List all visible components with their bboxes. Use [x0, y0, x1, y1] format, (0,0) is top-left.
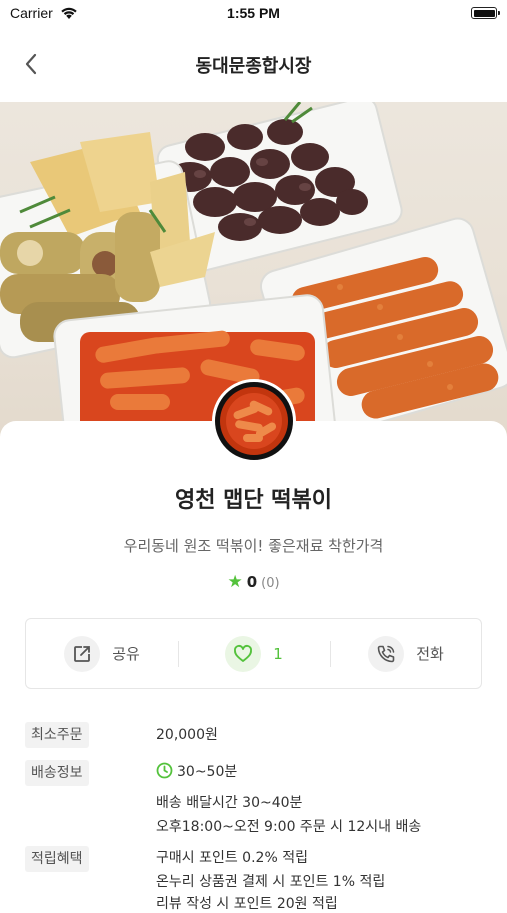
benefit-detail-2: 온누리 상품권 결제 시 포인트 1% 적립	[156, 874, 386, 890]
status-time: 1:55 PM	[227, 5, 280, 21]
clock-icon	[156, 762, 173, 779]
min-order-label: 최소주문	[25, 722, 89, 748]
delivery-detail-2: 오후18:00~오전 9:00 주문 시 12시내 배송	[156, 819, 422, 835]
star-icon: ★	[227, 572, 243, 592]
share-button[interactable]: 공유	[26, 619, 178, 688]
share-label: 공유	[112, 645, 140, 663]
like-count: 1	[273, 644, 283, 663]
page-title: 동대문종합시장	[195, 56, 312, 77]
call-button[interactable]: 전화	[330, 619, 482, 688]
rating-score: 0	[246, 573, 258, 591]
benefit-detail-3: 리뷰 작성 시 포인트 20원 적립	[156, 896, 338, 912]
store-rating: ★ 0 (0)	[0, 572, 507, 592]
navigation-bar: 동대문종합시장	[0, 28, 507, 102]
action-bar: 공유 1 전화	[25, 618, 482, 689]
delivery-info-label: 배송정보	[25, 760, 89, 786]
status-bar: Carrier 1:55 PM	[0, 0, 507, 28]
benefit-label: 적립혜택	[25, 846, 89, 872]
review-count: (0)	[261, 576, 280, 591]
call-label: 전화	[416, 645, 444, 663]
benefit-detail-1: 구매시 포인트 0.2% 적립	[156, 850, 308, 866]
min-order-value: 20,000원	[156, 727, 218, 743]
store-logo	[212, 379, 296, 463]
share-icon	[64, 635, 101, 672]
like-button[interactable]: 1	[178, 619, 330, 688]
store-tagline: 우리동네 원조 떡볶이! 좋은재료 착한가격	[123, 537, 384, 555]
battery-icon	[471, 7, 500, 19]
delivery-time: 30~50분	[156, 761, 237, 781]
delivery-time-value: 30~50분	[177, 764, 238, 780]
delivery-detail-1: 배송 배달시간 30~40분	[156, 795, 303, 811]
heart-icon	[225, 635, 262, 672]
phone-icon	[368, 635, 405, 672]
store-name: 영천 맵단 떡볶이	[175, 488, 332, 513]
